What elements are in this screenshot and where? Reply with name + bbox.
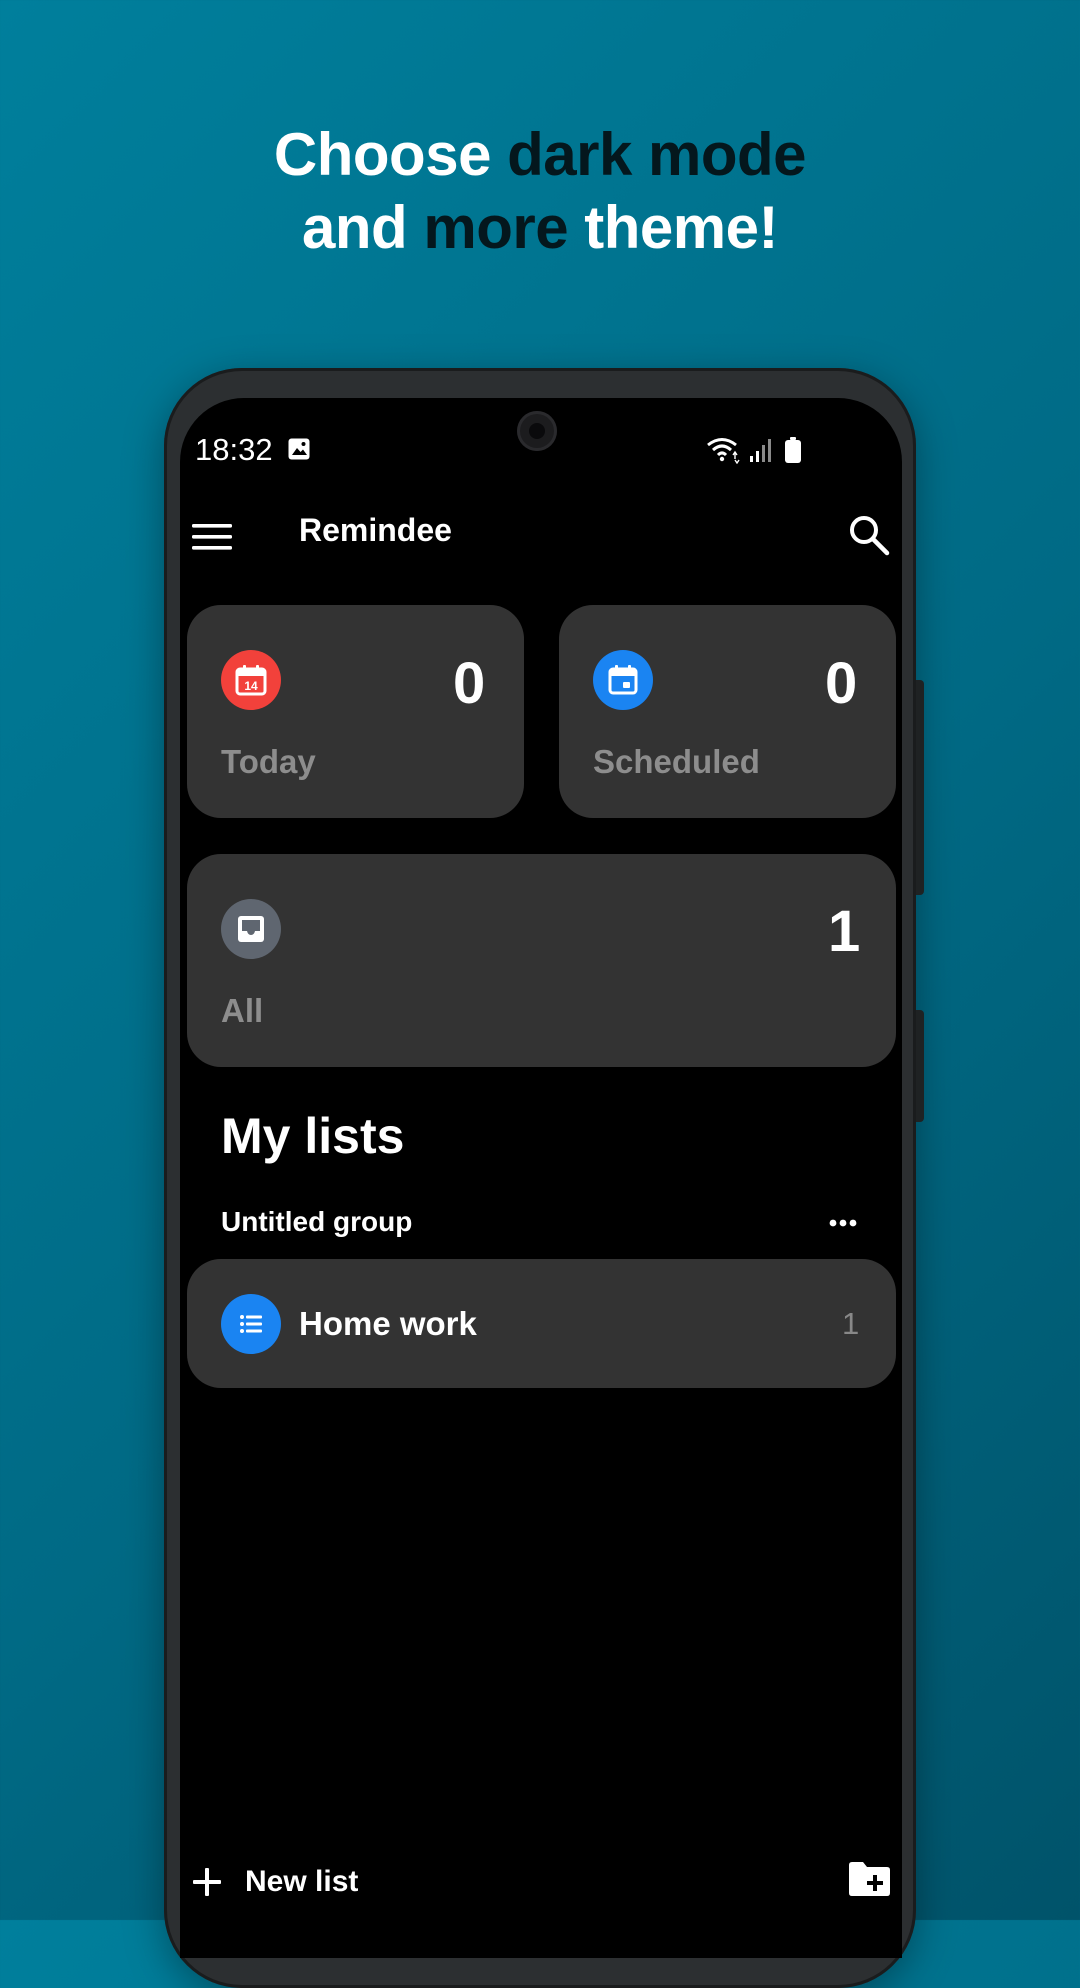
headline-line-2-suffix: theme! [568, 194, 778, 261]
headline-line-1-prefix: Choose [273, 121, 508, 188]
headline-line-2-prefix: and [302, 194, 424, 261]
status-time: 18:32 [195, 432, 273, 467]
scheduled-label: Scheduled [593, 743, 760, 780]
list-bullet-icon [221, 1294, 281, 1354]
image-notification-icon [288, 438, 310, 460]
wifi-icon [707, 438, 740, 464]
all-label: All [221, 992, 264, 1029]
battery-icon [785, 437, 801, 463]
headline-line-2: and more theme! [0, 191, 1080, 264]
list-item-count: 1 [842, 1306, 860, 1341]
scheduled-count: 0 [825, 651, 858, 716]
group-name[interactable]: Untitled group [221, 1206, 412, 1238]
phone-volume-button [916, 680, 924, 895]
plus-icon [193, 1868, 221, 1896]
cellular-signal-icon [750, 439, 771, 462]
hamburger-menu-icon[interactable] [192, 522, 234, 552]
all-card[interactable] [187, 854, 896, 1067]
more-options-icon[interactable] [828, 1214, 858, 1232]
promo-headline: Choose dark mode and more theme! [0, 118, 1080, 264]
today-label: Today [221, 743, 316, 780]
new-list-button[interactable]: New list [191, 1862, 358, 1902]
search-icon[interactable] [848, 514, 890, 556]
scheduled-calendar-icon [593, 650, 653, 710]
new-list-label: New list [245, 1865, 359, 1898]
headline-line-1-highlight: dark mode [507, 121, 807, 188]
phone-power-button [916, 1010, 924, 1122]
add-folder-icon[interactable] [847, 1861, 891, 1897]
all-count: 1 [828, 899, 861, 964]
my-lists-heading: My lists [221, 1108, 405, 1164]
headline-line-2-highlight: more [423, 194, 569, 261]
front-camera [517, 411, 557, 451]
inbox-icon [221, 899, 281, 959]
app-title: Remindee [299, 512, 452, 548]
headline-line-1: Choose dark mode [0, 118, 1080, 191]
today-day-number: 14 [244, 679, 258, 693]
today-calendar-icon: 14 [221, 650, 281, 710]
today-count: 0 [453, 651, 486, 716]
list-item[interactable] [187, 1259, 896, 1388]
list-item-name: Home work [299, 1305, 477, 1342]
